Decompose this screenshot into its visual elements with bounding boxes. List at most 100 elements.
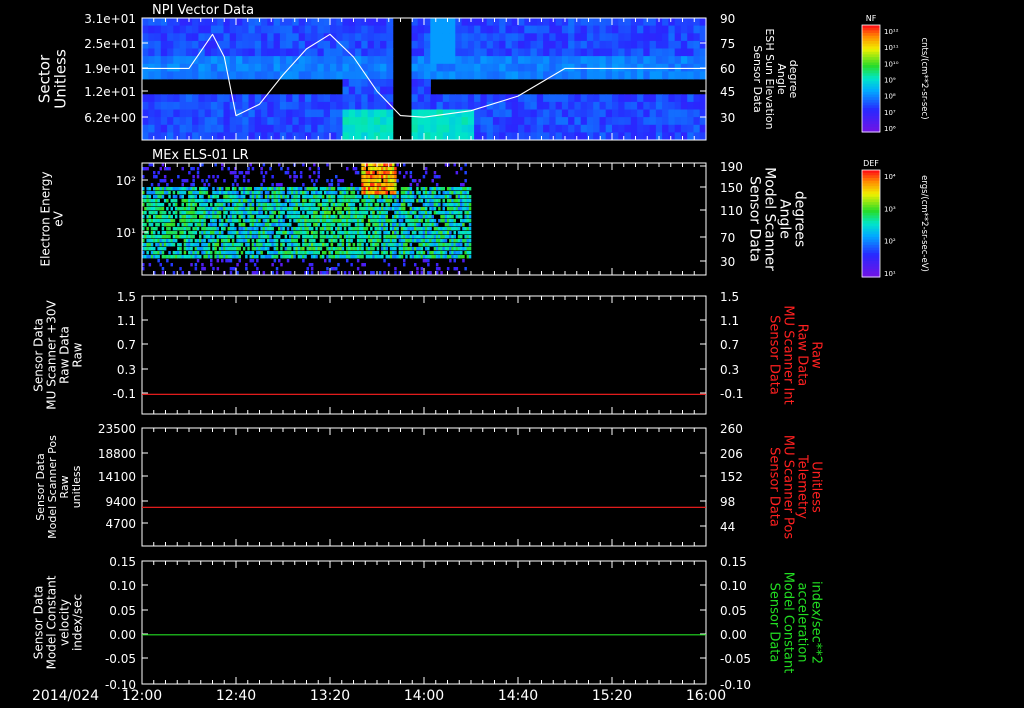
els-cell <box>159 247 162 251</box>
els-cell <box>403 227 406 231</box>
npi-cell <box>336 94 344 103</box>
npi-cell <box>273 18 281 26</box>
npi-cell <box>655 33 663 42</box>
npi-cell <box>267 25 275 34</box>
els-cell <box>310 255 314 259</box>
els-cell <box>242 195 246 199</box>
npi-cell <box>261 40 268 49</box>
npi-cell <box>424 33 431 42</box>
els-cell <box>352 251 356 255</box>
els-cell <box>302 227 305 231</box>
npi-cell <box>612 124 619 133</box>
els-cell <box>356 211 360 215</box>
els-cell <box>348 187 351 191</box>
els-cell <box>177 207 180 211</box>
npi-cell <box>236 117 243 126</box>
els-cell <box>185 227 189 231</box>
els-cell <box>170 199 173 203</box>
els-cell <box>317 223 320 227</box>
els-cell <box>181 195 184 199</box>
els-cell <box>446 203 450 207</box>
npi-cell <box>449 25 456 34</box>
npi-cell <box>480 94 488 103</box>
els-cell <box>245 231 248 235</box>
els-cell <box>330 203 334 207</box>
els-cell <box>229 191 233 195</box>
els-cell <box>291 239 294 243</box>
npi-cell <box>624 56 632 65</box>
els-cell <box>214 231 217 235</box>
els-cell <box>159 179 162 183</box>
els-cell <box>146 251 149 255</box>
npi-cell <box>505 117 513 126</box>
npi-cell <box>492 132 500 141</box>
els-cell <box>201 231 204 235</box>
els-cell <box>260 239 263 243</box>
npi-cell <box>474 117 481 126</box>
npi-cell <box>486 109 494 118</box>
npi-cell <box>217 71 225 80</box>
els-cell <box>392 191 395 195</box>
els-cell <box>429 203 432 207</box>
y-axis-label-right: Sensor Data Model Constant acceleration ind… <box>766 572 823 674</box>
npi-cell <box>380 101 387 110</box>
els-cell <box>361 219 364 223</box>
els-cell <box>236 183 239 187</box>
els-cell <box>466 199 470 203</box>
els-cell <box>242 179 246 183</box>
els-cell <box>196 251 200 255</box>
els-cell <box>308 175 312 179</box>
els-cell <box>214 179 217 183</box>
npi-cell <box>574 132 582 141</box>
els-cell <box>196 219 200 223</box>
els-cell <box>348 219 351 223</box>
els-cell <box>299 223 303 227</box>
els-cell <box>201 219 204 223</box>
els-cell <box>194 255 198 259</box>
npi-cell <box>173 94 181 103</box>
els-cell <box>383 187 386 191</box>
npi-cell <box>612 71 619 80</box>
npi-cell <box>142 48 149 57</box>
els-cell <box>337 263 340 267</box>
els-cell <box>422 243 426 247</box>
els-cell <box>203 239 206 243</box>
npi-cell <box>411 56 419 65</box>
els-cell <box>341 255 345 259</box>
els-cell <box>405 239 408 243</box>
els-cell <box>385 251 388 255</box>
y-tick-label: 14100 <box>98 470 136 484</box>
npi-cell <box>518 48 525 57</box>
npi-cell <box>273 94 281 103</box>
npi-cell <box>348 117 356 126</box>
els-cell <box>236 191 239 195</box>
els-cell <box>188 255 191 259</box>
npi-cell <box>637 109 644 118</box>
els-cell <box>365 199 369 203</box>
els-cell <box>361 191 364 195</box>
els-cell <box>295 247 298 251</box>
npi-cell <box>210 94 218 103</box>
els-cell <box>282 219 285 223</box>
els-cell <box>424 199 428 203</box>
els-cell <box>337 179 340 183</box>
els-cell <box>210 223 213 227</box>
npi-cell <box>511 56 519 65</box>
npi-cell <box>655 109 663 118</box>
els-cell <box>328 219 331 223</box>
els-cell <box>275 251 279 255</box>
npi-cell <box>273 124 281 133</box>
els-cell <box>348 227 351 231</box>
els-cell <box>433 207 437 211</box>
els-cell <box>389 227 393 231</box>
els-cell <box>332 211 336 215</box>
els-cell <box>163 179 167 183</box>
els-cell <box>350 199 353 203</box>
npi-cell <box>348 63 356 72</box>
els-cell <box>460 211 463 215</box>
els-cell <box>275 235 279 239</box>
els-cell <box>190 223 193 227</box>
els-cell <box>381 183 384 187</box>
els-cell <box>359 195 362 199</box>
els-cell <box>398 171 402 175</box>
